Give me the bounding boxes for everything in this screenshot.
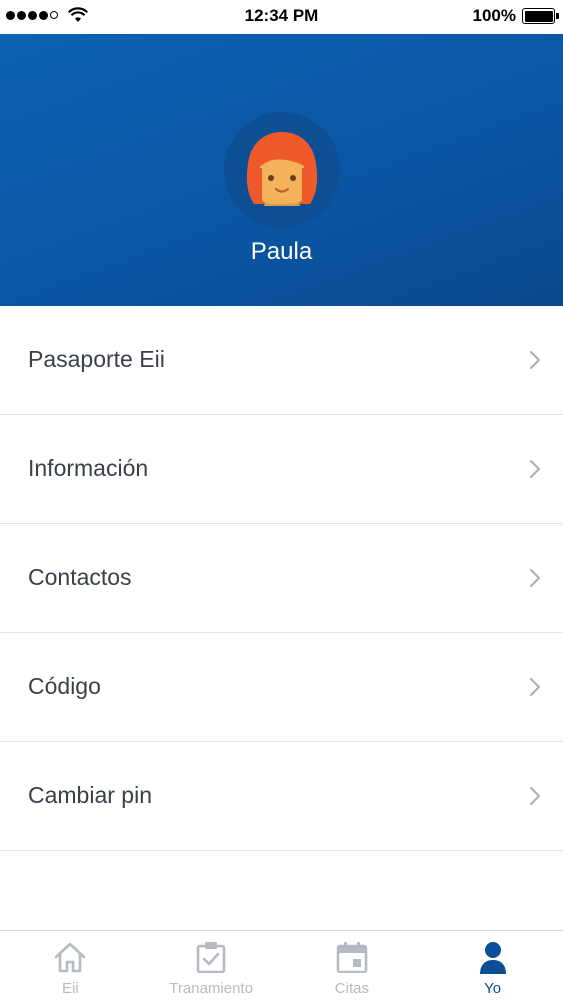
home-icon [55, 942, 86, 973]
tab-tranamiento[interactable]: Tranamiento [141, 931, 282, 1001]
menu-item-cambiar-pin[interactable]: Cambiar pin [0, 742, 563, 851]
tab-yo[interactable]: Yo [422, 931, 563, 1001]
battery-icon [522, 8, 559, 24]
profile-menu: Pasaporte Eii Información Contactos Códi… [0, 306, 563, 851]
profile-header: Paula [0, 34, 563, 306]
menu-item-label: Contactos [28, 564, 132, 590]
menu-item-label: Cambiar pin [28, 782, 152, 808]
tab-label: Citas [334, 980, 369, 997]
user-name: Paula [250, 238, 313, 265]
tab-label: Eii [62, 980, 79, 997]
person-icon [479, 942, 506, 974]
calendar-icon [336, 942, 368, 973]
tab-citas[interactable]: Citas [282, 931, 423, 1001]
menu-item-contactos[interactable]: Contactos [0, 524, 563, 633]
avatar[interactable] [224, 112, 340, 228]
tab-bar: Eii Tranamiento Citas Yo [0, 930, 563, 1001]
woman-avatar-icon [246, 132, 318, 206]
menu-item-informacion[interactable]: Información [0, 415, 563, 524]
tab-label: Tranamiento [169, 980, 253, 997]
checklist-icon [196, 942, 226, 973]
battery-status: 100% [472, 6, 559, 26]
menu-item-label: Pasaporte Eii [28, 346, 165, 372]
chevron-right-icon [530, 787, 540, 805]
status-bar: 12:34 PM 100% [0, 0, 563, 34]
chevron-right-icon [530, 678, 540, 696]
tab-eii[interactable]: Eii [0, 931, 141, 1001]
tab-label: Yo [484, 980, 502, 997]
menu-item-codigo[interactable]: Código [0, 633, 563, 742]
battery-percentage: 100% [472, 6, 516, 25]
menu-item-pasaporte[interactable]: Pasaporte Eii [0, 306, 563, 415]
menu-item-label: Información [28, 455, 149, 481]
menu-item-label: Código [28, 673, 101, 699]
chevron-right-icon [530, 351, 540, 369]
chevron-right-icon [530, 569, 540, 587]
chevron-right-icon [530, 460, 540, 478]
